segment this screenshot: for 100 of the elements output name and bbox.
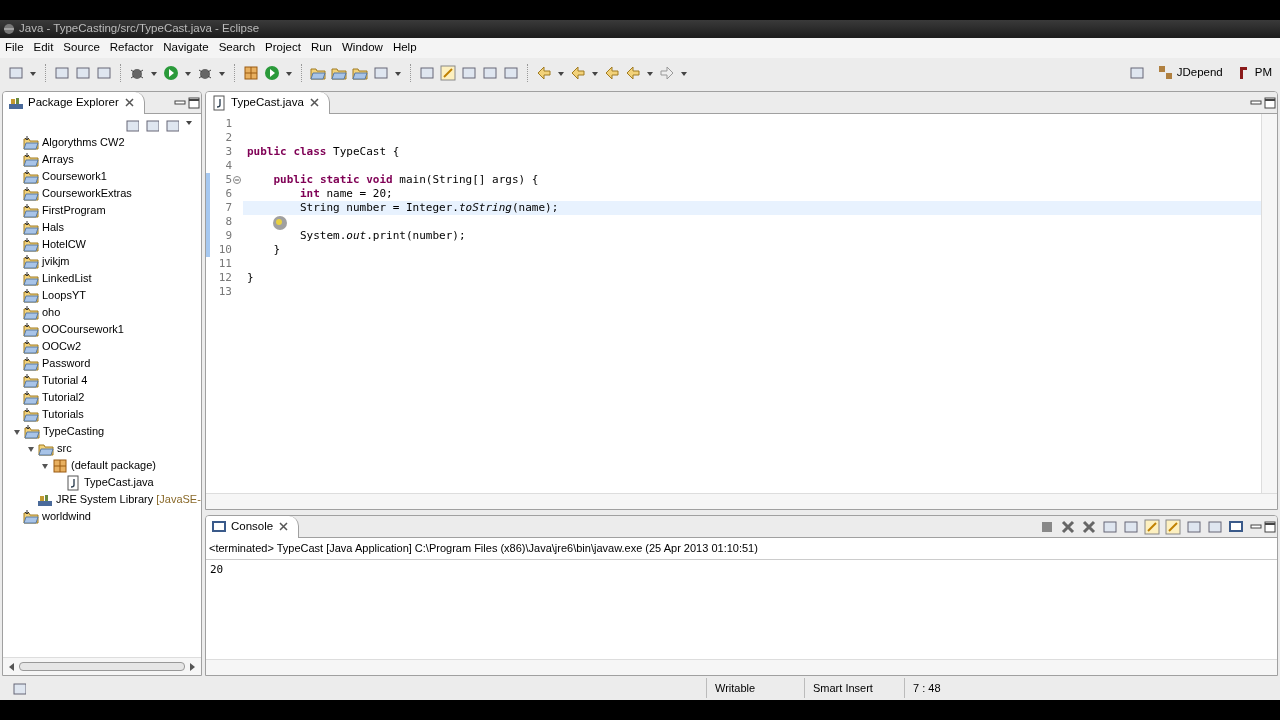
perspective-button[interactable]: JDepend [1157, 64, 1223, 82]
console-output: 20 [209, 561, 225, 578]
line-number: 8 [224, 215, 232, 229]
project-icon [23, 236, 39, 253]
project-icon [23, 508, 39, 525]
back-icon[interactable] [625, 65, 641, 81]
view-tab[interactable]: Console [206, 516, 300, 538]
tree-item[interactable]: TypeCasting [3, 423, 201, 440]
tree-item[interactable]: FirstProgram [3, 202, 201, 219]
collapse-icon[interactable] [13, 427, 21, 436]
menu-item[interactable]: Source [60, 39, 107, 57]
caret-icon[interactable] [394, 69, 402, 77]
run-icon[interactable] [163, 65, 179, 81]
menu-item[interactable]: Run [307, 39, 339, 57]
line-number: 7 [224, 201, 232, 215]
project-icon [23, 202, 39, 219]
cursor-highlight-icon [272, 215, 288, 231]
tree-item[interactable]: LinkedList [3, 270, 201, 287]
project-icon [23, 355, 39, 372]
new-package-icon[interactable] [243, 65, 259, 81]
caret-icon[interactable] [150, 69, 158, 77]
status-text: Writable [706, 678, 804, 698]
tree-item[interactable]: CourseworkExtras [3, 185, 201, 202]
collapse-icon[interactable] [41, 461, 49, 470]
code-line: public class TypeCast { [247, 145, 400, 158]
tree-item[interactable]: jvikjm [3, 253, 201, 270]
caret-icon[interactable] [646, 69, 654, 77]
menu-item[interactable]: Search [215, 39, 263, 57]
tree-item[interactable]: Hals [3, 219, 201, 236]
project-icon [23, 372, 39, 389]
view-menu-icon[interactable] [185, 118, 193, 126]
scroll-right-icon[interactable] [189, 662, 195, 671]
project-icon [23, 338, 39, 355]
scroll-left-icon[interactable] [9, 662, 15, 671]
tree-item[interactable]: oho [3, 304, 201, 321]
code-line: String number = Integer.toString(name); [298, 201, 559, 214]
menu-item[interactable]: Project [262, 39, 308, 57]
menu-item[interactable]: Navigate [160, 39, 216, 57]
perspective-button[interactable]: PM [1235, 64, 1272, 82]
maximize-icon[interactable] [187, 95, 201, 110]
horizontal-scrollbar[interactable] [206, 493, 1277, 509]
project-icon [23, 185, 39, 202]
caret-icon[interactable] [591, 69, 599, 77]
menu-item[interactable]: Window [339, 39, 390, 57]
tree-item[interactable]: HotelCW [3, 236, 201, 253]
tree-item[interactable]: Tutorials [3, 406, 201, 423]
close-icon[interactable] [307, 96, 321, 109]
tree-item[interactable]: worldwind [3, 508, 201, 525]
code-line: public static void main(String[] args) { [272, 173, 539, 186]
maximize-icon[interactable] [1263, 95, 1277, 110]
tree-item[interactable]: Arrays [3, 151, 201, 168]
menu-item[interactable]: Refactor [106, 39, 161, 57]
view-tab[interactable]: TypeCast.java [206, 92, 330, 114]
tree-item[interactable]: Algorythms CW2 [3, 134, 201, 151]
project-icon [23, 406, 39, 423]
line-number: 3 [224, 145, 232, 159]
tree-item[interactable]: TypeCast.java [3, 474, 201, 491]
horizontal-scrollbar[interactable] [3, 657, 201, 675]
caret-icon[interactable] [557, 69, 565, 77]
forward-icon[interactable] [659, 65, 675, 81]
code-line: } [247, 271, 254, 284]
caret-icon[interactable] [184, 69, 192, 77]
eclipse-icon [3, 23, 15, 35]
project-icon [23, 168, 39, 185]
caret-icon[interactable] [218, 69, 226, 77]
tree-item[interactable]: OOCoursework1 [3, 321, 201, 338]
caret-icon[interactable] [680, 69, 688, 77]
project-icon [23, 287, 39, 304]
tree-item[interactable]: (default package) [3, 457, 201, 474]
tree-item[interactable]: Password [3, 355, 201, 372]
horizontal-scrollbar[interactable] [206, 659, 1277, 675]
fold-icon[interactable] [233, 176, 241, 184]
caret-icon[interactable] [285, 69, 293, 77]
close-icon[interactable] [122, 96, 136, 109]
tree-item[interactable]: src [3, 440, 201, 457]
line-number: 12 [217, 271, 232, 285]
tree-item[interactable]: Tutorial2 [3, 389, 201, 406]
vertical-scrollbar[interactable] [1261, 114, 1277, 493]
code-line: System.out.print(number); [298, 229, 466, 242]
project-icon [23, 253, 39, 270]
caret-icon[interactable] [29, 69, 37, 77]
tree-item[interactable]: JRE System Library [JavaSE- [3, 491, 201, 508]
tree-item[interactable]: LoopsYT [3, 287, 201, 304]
maximize-icon[interactable] [1263, 519, 1277, 534]
tree-item[interactable]: OOCw2 [3, 338, 201, 355]
status-text: 7 : 48 [904, 678, 1014, 698]
java-file-icon [211, 94, 227, 111]
tree-item[interactable]: Coursework1 [3, 168, 201, 185]
remove-all-icon[interactable] [1081, 518, 1097, 535]
remove-launch-icon[interactable] [1060, 518, 1076, 535]
menu-item[interactable]: Edit [30, 39, 61, 57]
tree-item[interactable]: Tutorial 4 [3, 372, 201, 389]
collapse-icon[interactable] [27, 444, 35, 453]
menu-item[interactable]: File [2, 39, 31, 57]
menu-item[interactable]: Help [389, 39, 424, 57]
project-icon [23, 389, 39, 406]
line-number: 2 [224, 131, 232, 145]
line-number: 10 [217, 243, 232, 257]
close-icon[interactable] [277, 520, 291, 533]
view-tab[interactable]: Package Explorer [3, 92, 145, 114]
